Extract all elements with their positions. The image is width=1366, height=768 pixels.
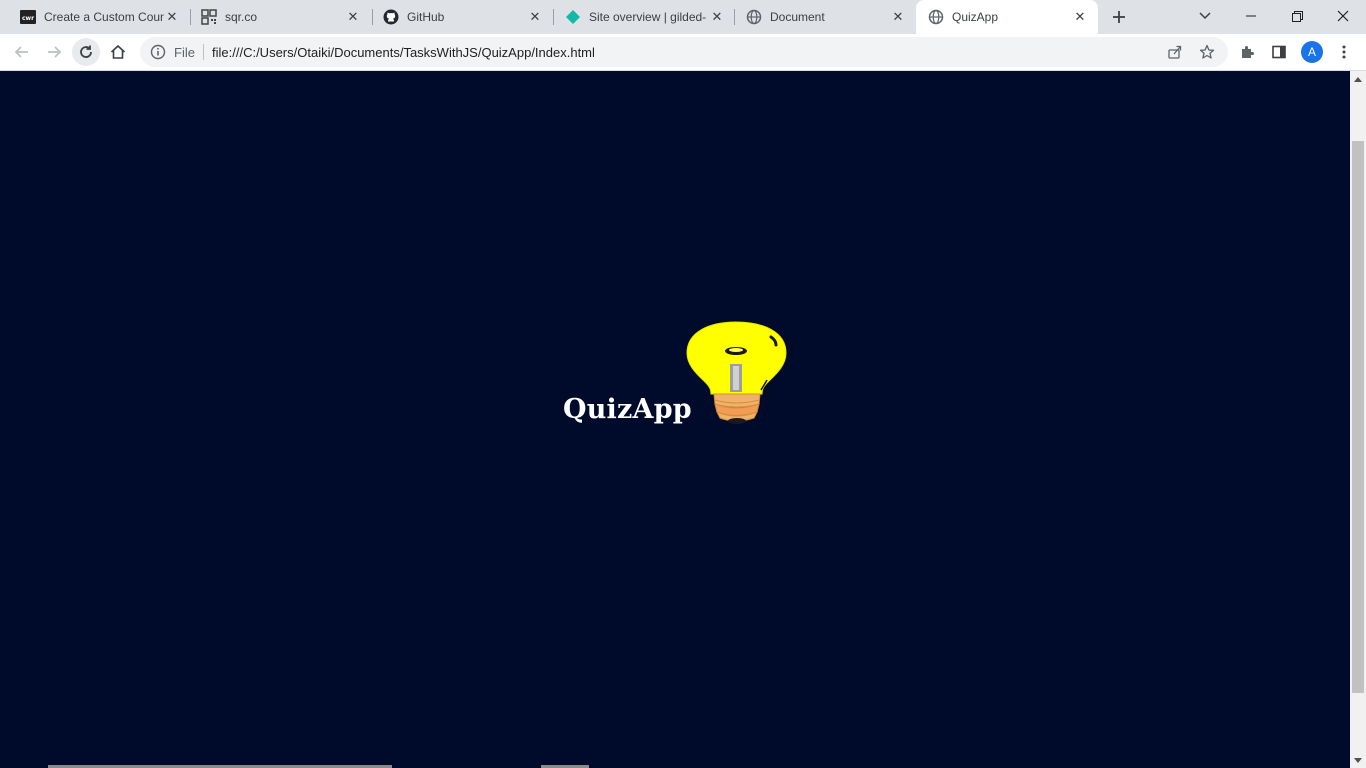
arrow-right-icon xyxy=(48,46,62,58)
tab-create-custom-counter[interactable]: cwr Create a Custom Coun ✕ xyxy=(0,0,190,34)
app-title: QuizApp xyxy=(563,394,692,425)
tab-title: Document xyxy=(770,10,825,24)
tab-site-overview[interactable]: Site overview | gilded- ✕ xyxy=(545,0,735,34)
menu-button[interactable] xyxy=(1330,38,1358,66)
extensions-button[interactable] xyxy=(1233,38,1261,66)
forward-button[interactable] xyxy=(40,38,68,66)
tab-title: sqr.co xyxy=(225,10,258,24)
reload-icon xyxy=(80,45,92,58)
scrollbar-thumb[interactable] xyxy=(1352,141,1364,693)
globe-icon xyxy=(746,9,762,25)
side-panel-icon xyxy=(1272,45,1286,59)
close-icon xyxy=(1337,10,1349,22)
back-button[interactable] xyxy=(8,38,36,66)
url-text[interactable]: file:///C:/Users/Otaiki/Documents/TasksW… xyxy=(212,45,595,60)
side-panel-button[interactable] xyxy=(1265,38,1293,66)
home-button[interactable] xyxy=(104,38,132,66)
close-icon[interactable]: ✕ xyxy=(527,9,543,25)
minimize-button[interactable] xyxy=(1228,0,1274,32)
address-bar[interactable]: File file:///C:/Users/Otaiki/Documents/T… xyxy=(140,37,1228,67)
close-icon[interactable]: ✕ xyxy=(709,9,725,25)
puzzle-icon xyxy=(1242,46,1254,58)
close-icon[interactable]: ✕ xyxy=(164,9,180,25)
page-viewport: QuizApp xyxy=(0,71,1350,768)
chevron-down-icon xyxy=(1199,12,1211,20)
share-icon[interactable] xyxy=(1167,44,1183,60)
close-icon[interactable]: ✕ xyxy=(890,9,906,25)
profile-avatar[interactable]: A xyxy=(1301,41,1323,63)
kebab-menu-icon xyxy=(1342,45,1346,59)
tab-title: QuizApp xyxy=(952,10,999,24)
browser-toolbar: File file:///C:/Users/Otaiki/Documents/T… xyxy=(0,34,1366,71)
scroll-down-icon[interactable] xyxy=(1354,758,1362,763)
home-icon xyxy=(110,44,126,59)
plus-icon xyxy=(1113,11,1125,23)
lightbulb-icon xyxy=(686,321,787,424)
tab-sqr-co[interactable]: sqr.co ✕ xyxy=(181,0,371,34)
new-tab-button[interactable] xyxy=(1108,6,1130,28)
tab-github[interactable]: GitHub ✕ xyxy=(363,0,553,34)
svg-text:cwr: cwr xyxy=(22,15,34,22)
reload-button[interactable] xyxy=(72,38,100,66)
qr-code-icon xyxy=(201,9,217,25)
scroll-up-icon[interactable] xyxy=(1354,77,1362,82)
star-icon[interactable] xyxy=(1199,44,1215,60)
address-divider xyxy=(203,44,204,60)
tab-quizapp[interactable]: QuizApp ✕ xyxy=(916,0,1098,34)
close-icon[interactable]: ✕ xyxy=(1072,9,1088,25)
github-icon xyxy=(383,9,399,25)
cwr-icon: cwr xyxy=(20,9,36,25)
vertical-scrollbar[interactable] xyxy=(1350,71,1366,768)
close-icon[interactable]: ✕ xyxy=(345,9,361,25)
tab-title: Create a Custom Coun xyxy=(44,10,164,24)
tab-title: GitHub xyxy=(407,10,445,24)
close-window-button[interactable] xyxy=(1320,0,1366,32)
restore-button[interactable] xyxy=(1274,0,1320,32)
info-icon[interactable] xyxy=(150,44,166,60)
globe-icon xyxy=(928,9,944,25)
restore-icon xyxy=(1291,10,1303,22)
tab-strip: cwr Create a Custom Coun ✕ sqr.co ✕ GitH… xyxy=(0,0,1366,34)
minimize-icon xyxy=(1246,15,1256,17)
tab-document[interactable]: Document ✕ xyxy=(726,0,916,34)
scheme-label: File xyxy=(174,45,195,60)
netlify-icon xyxy=(565,9,581,25)
tab-search-button[interactable] xyxy=(1182,0,1228,32)
arrow-left-icon xyxy=(14,46,28,58)
tab-title: Site overview | gilded- xyxy=(589,10,707,24)
